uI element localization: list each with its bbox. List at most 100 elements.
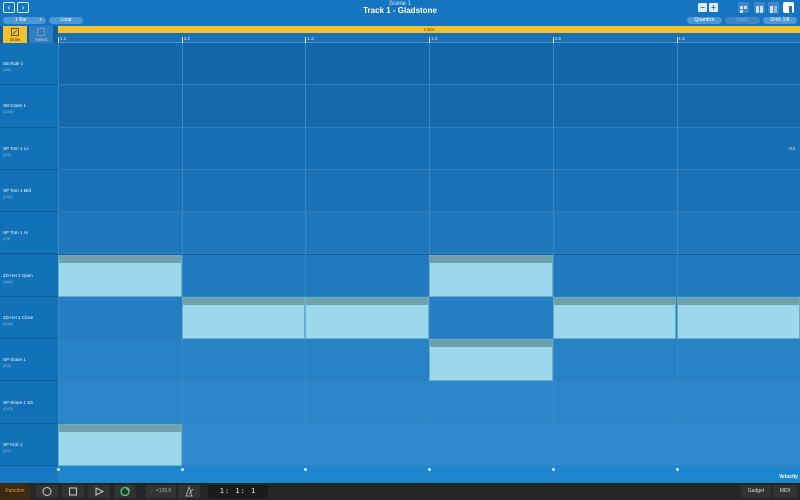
lane-label[interactable]: SB Crash 1 (C#3) xyxy=(0,85,58,128)
panel-view-icon xyxy=(770,6,777,13)
title-bar: ‹ › Scene 1 Track 1 - Gladstone − + xyxy=(0,0,800,16)
velocity-handle[interactable] xyxy=(180,468,184,471)
midi-button[interactable]: MIDI xyxy=(773,485,797,498)
metronome-button[interactable] xyxy=(178,485,200,498)
grid-button[interactable]: Grid: 1/8 xyxy=(763,17,797,24)
lane-label[interactable]: SP Snare 1 SS (C#2) xyxy=(0,381,58,424)
lane-note: (D2) xyxy=(3,363,11,369)
lane-label[interactable]: ZD HH 1 Close (G#2) xyxy=(0,296,58,340)
lane-name: SB Crash 1 xyxy=(3,103,27,109)
note-velocity-bar xyxy=(306,297,429,305)
midi-note[interactable] xyxy=(552,296,677,340)
bar-length-strip[interactable]: 1 Bar xyxy=(58,26,800,33)
lane-note: (F#3) xyxy=(3,194,13,200)
lane-label[interactable]: SP Tom 1 Hi (F3) xyxy=(0,212,58,255)
lane-name: SP Tom 1 Hi xyxy=(3,230,28,236)
timeline-ruler[interactable]: 1.1 1.2 1.3 1.4 1.5 1.6 xyxy=(58,33,800,43)
velocity-handle[interactable] xyxy=(304,468,308,471)
select-tool-label: Select xyxy=(34,37,48,42)
lane-note: (D3) xyxy=(3,151,11,157)
lane-label[interactable]: SP Snare 1 (D2) xyxy=(0,339,58,382)
grid-line xyxy=(305,43,307,466)
app-window: ‹ › Scene 1 Track 1 - Gladstone − + 1 Ba… xyxy=(0,0,800,500)
velocity-label: Velocity xyxy=(779,474,798,480)
velocity-lane-header xyxy=(0,466,58,483)
loop-playback-button[interactable] xyxy=(114,485,136,498)
editor-view-button[interactable] xyxy=(768,2,779,13)
lane-label[interactable]: ZD HH 1 Open (A#2) xyxy=(0,254,58,297)
ruler-label: 1.6 xyxy=(678,36,685,41)
loop-button[interactable]: Loop xyxy=(49,17,83,24)
play-icon xyxy=(95,487,105,496)
lane-name: SP Tom 1 Mid xyxy=(3,188,31,194)
zoom-out-button[interactable]: − xyxy=(698,3,707,12)
quantize-button[interactable]: Quantize xyxy=(687,17,722,24)
record-button[interactable] xyxy=(36,485,58,498)
draw-tool-label: Draw xyxy=(9,37,21,42)
split-view-button[interactable] xyxy=(754,2,765,13)
velocity-handle[interactable] xyxy=(551,468,555,471)
ruler-label: 1.2 xyxy=(183,36,190,41)
position-display[interactable]: 1: 1: 1 xyxy=(208,485,268,498)
lane-name: SB Ride 1 xyxy=(3,61,24,67)
lane-name: ZD HH 1 Open xyxy=(3,272,33,278)
track-title: Track 1 - Gladstone xyxy=(363,6,437,15)
lane-label[interactable]: SP Tom 1 Mid (F#3) xyxy=(0,169,58,213)
midi-note[interactable] xyxy=(58,254,182,297)
clip-length-button[interactable]: 1 Bar + xyxy=(3,17,46,24)
stop-button[interactable] xyxy=(62,485,84,498)
lane-label[interactable]: SP Kick 1 (C2) xyxy=(0,423,58,466)
note-velocity-bar xyxy=(430,255,552,263)
lane-name: ZD HH 1 Close xyxy=(3,314,34,320)
bar-length-label: 1 Bar xyxy=(423,27,435,32)
loop-icon xyxy=(120,486,130,497)
clip-length-plus: + xyxy=(39,17,42,23)
ruler-label: 1.5 xyxy=(554,36,562,41)
lane-note: (G#2) xyxy=(3,320,14,326)
ruler-label: 1.3 xyxy=(307,36,314,41)
fullscreen-view-button[interactable] xyxy=(783,2,794,13)
lane-note: (A#2) xyxy=(3,278,13,284)
grid-view-button[interactable] xyxy=(738,2,749,13)
undo-button[interactable]: Undo xyxy=(725,17,760,24)
midi-note[interactable] xyxy=(181,296,306,340)
velocity-lane[interactable]: Velocity xyxy=(0,466,800,483)
lane-name: SP Snare 1 SS xyxy=(3,399,34,405)
lane-note: (C#2) xyxy=(3,405,14,411)
lane-name: SP Snare 1 xyxy=(3,357,26,363)
play-button[interactable] xyxy=(88,485,110,498)
lane-label[interactable]: SB Ride 1 (A3) xyxy=(0,43,58,86)
ruler-label: 1.1 xyxy=(60,36,67,41)
note-velocity-bar xyxy=(182,297,305,305)
midi-note[interactable] xyxy=(305,296,430,340)
note-velocity-bar xyxy=(677,297,800,305)
select-icon xyxy=(37,28,45,36)
midi-note[interactable] xyxy=(676,296,800,340)
select-tool-button[interactable]: Select xyxy=(29,26,53,43)
velocity-handle[interactable] xyxy=(57,468,60,471)
function-button[interactable]: Function xyxy=(0,483,30,500)
clip-length-label: 1 Bar xyxy=(15,17,27,23)
midi-note[interactable] xyxy=(58,423,182,466)
zoom-in-button[interactable]: + xyxy=(709,3,718,12)
midi-note[interactable] xyxy=(429,254,553,297)
transport-bar: Function ♩=128.0 1: 1: 1 Gadget MIDI xyxy=(0,483,800,500)
ruler-label: 1.4 xyxy=(431,36,438,41)
grid-line xyxy=(181,43,183,466)
velocity-handle[interactable] xyxy=(675,468,679,471)
draw-tool-button[interactable]: Draw xyxy=(3,26,27,43)
pencil-icon xyxy=(11,28,19,36)
grid-line xyxy=(676,43,678,466)
lane-name: SP Kick 1 xyxy=(3,441,23,447)
split-view-icon xyxy=(756,6,763,13)
midi-note[interactable] xyxy=(429,339,553,382)
toolbar: 1 Bar + Loop Quantize Undo Grid: 1/8 xyxy=(0,16,800,26)
lane-label[interactable]: SP Tom 1 Lo (D3) xyxy=(0,127,58,170)
gadget-button[interactable]: Gadget xyxy=(741,485,771,498)
lane-note: (F3) xyxy=(3,236,11,242)
note-velocity-bar xyxy=(59,255,181,263)
velocity-handle[interactable] xyxy=(428,468,432,471)
tempo-display[interactable]: ♩=128.0 xyxy=(146,485,176,498)
fullscreen-icon xyxy=(789,6,792,13)
lane-name: SP Tom 1 Lo xyxy=(3,145,29,151)
